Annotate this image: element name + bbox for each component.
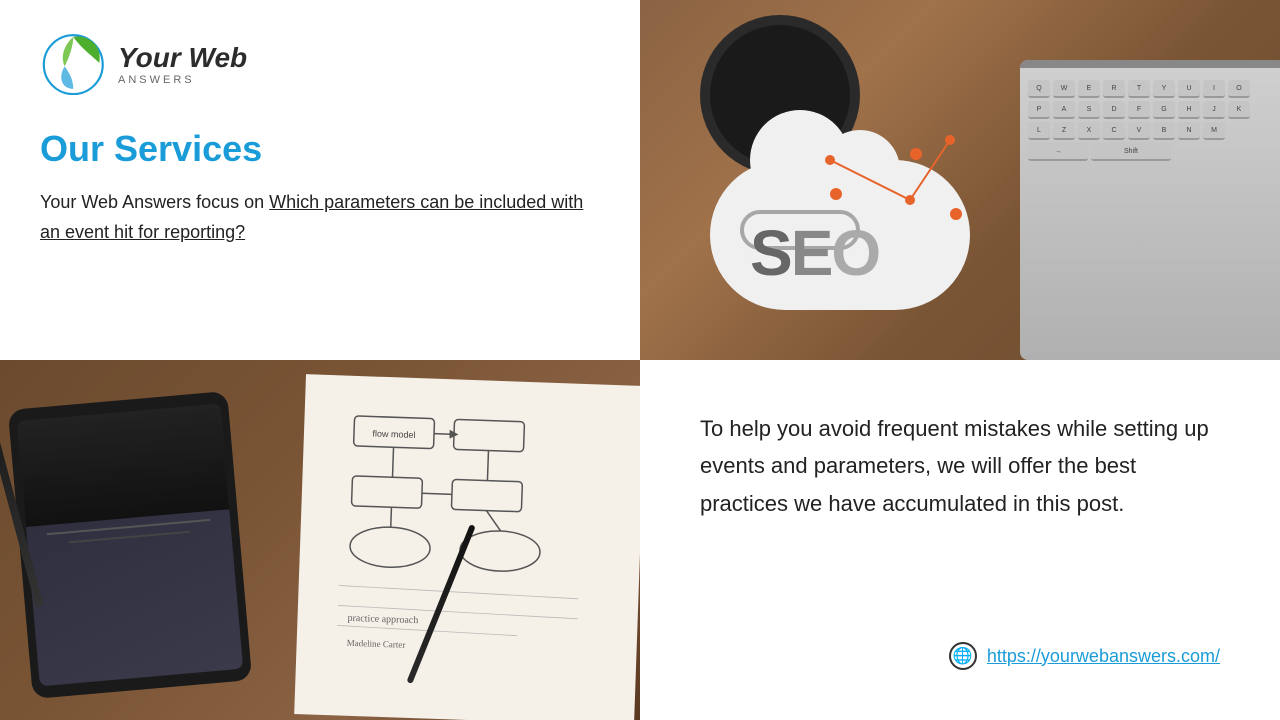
- seo-cloud: SEO: [690, 140, 990, 340]
- svg-text:flow model: flow model: [372, 429, 415, 440]
- connector-dot-2: [910, 148, 922, 160]
- logo-main-text: Your Web: [118, 44, 247, 72]
- notebook: flow model pra: [294, 374, 640, 720]
- body-prefix: Your Web Answers focus on: [40, 192, 264, 212]
- services-heading: Our Services: [40, 128, 600, 170]
- bottom-right-panel: To help you avoid frequent mistakes whil…: [640, 360, 1280, 720]
- top-right-panel: Q W E R T Y U I O P A S D F G H J: [640, 0, 1280, 360]
- key: A: [1053, 101, 1075, 119]
- key: P: [1028, 101, 1050, 119]
- key: D: [1103, 101, 1125, 119]
- logo-area: Your Web ANSWERS: [40, 30, 600, 100]
- key: N: [1178, 122, 1200, 140]
- website-link-row: 🌐 https://yourwebanswers.com/: [700, 642, 1220, 670]
- key: T: [1128, 80, 1150, 98]
- logo-sub-text: ANSWERS: [118, 74, 247, 86]
- key: U: [1178, 80, 1200, 98]
- key: W: [1053, 80, 1075, 98]
- key: I: [1203, 80, 1225, 98]
- connector-dot-3: [950, 208, 962, 220]
- key: B: [1153, 122, 1175, 140]
- laptop-keyboard: Q W E R T Y U I O P A S D F G H J: [1020, 60, 1280, 360]
- connector-dot-1: [830, 188, 842, 200]
- key: E: [1078, 80, 1100, 98]
- key: F: [1128, 101, 1150, 119]
- svg-text:Madeline Carter: Madeline Carter: [347, 638, 406, 650]
- keyboard-rows: Q W E R T Y U I O P A S D F G H J: [1020, 72, 1280, 169]
- logo-icon: [40, 30, 110, 100]
- website-url-link[interactable]: https://yourwebanswers.com/: [987, 646, 1220, 667]
- key: Z: [1053, 122, 1075, 140]
- key: R: [1103, 80, 1125, 98]
- svg-text:practice approach: practice approach: [347, 613, 418, 626]
- key: Y: [1153, 80, 1175, 98]
- key: V: [1128, 122, 1150, 140]
- tablet-device: [8, 391, 252, 699]
- notebook-sketch: flow model pra: [315, 395, 625, 705]
- key: O: [1228, 80, 1250, 98]
- description-text: To help you avoid frequent mistakes whil…: [700, 410, 1220, 522]
- key: Shift: [1091, 143, 1171, 161]
- main-layout: Your Web ANSWERS Our Services Your Web A…: [0, 0, 1280, 720]
- key: C: [1103, 122, 1125, 140]
- seo-visual: Q W E R T Y U I O P A S D F G H J: [640, 0, 1280, 360]
- key: →: [1028, 143, 1088, 161]
- key: H: [1178, 101, 1200, 119]
- key: K: [1228, 101, 1250, 119]
- logo-text-group: Your Web ANSWERS: [118, 44, 247, 86]
- key: Q: [1028, 80, 1050, 98]
- key: X: [1078, 122, 1100, 140]
- key: L: [1028, 122, 1050, 140]
- key: S: [1078, 101, 1100, 119]
- key: G: [1153, 101, 1175, 119]
- globe-icon: 🌐: [949, 642, 977, 670]
- bottom-left-panel: flow model pra: [0, 360, 640, 720]
- top-left-panel: Your Web ANSWERS Our Services Your Web A…: [0, 0, 640, 360]
- services-body: Your Web Answers focus on Which paramete…: [40, 188, 600, 247]
- tablet-screen: [17, 404, 243, 687]
- key: J: [1203, 101, 1225, 119]
- seo-s: S: [750, 217, 791, 289]
- key: M: [1203, 122, 1225, 140]
- connector-lines: [790, 120, 990, 240]
